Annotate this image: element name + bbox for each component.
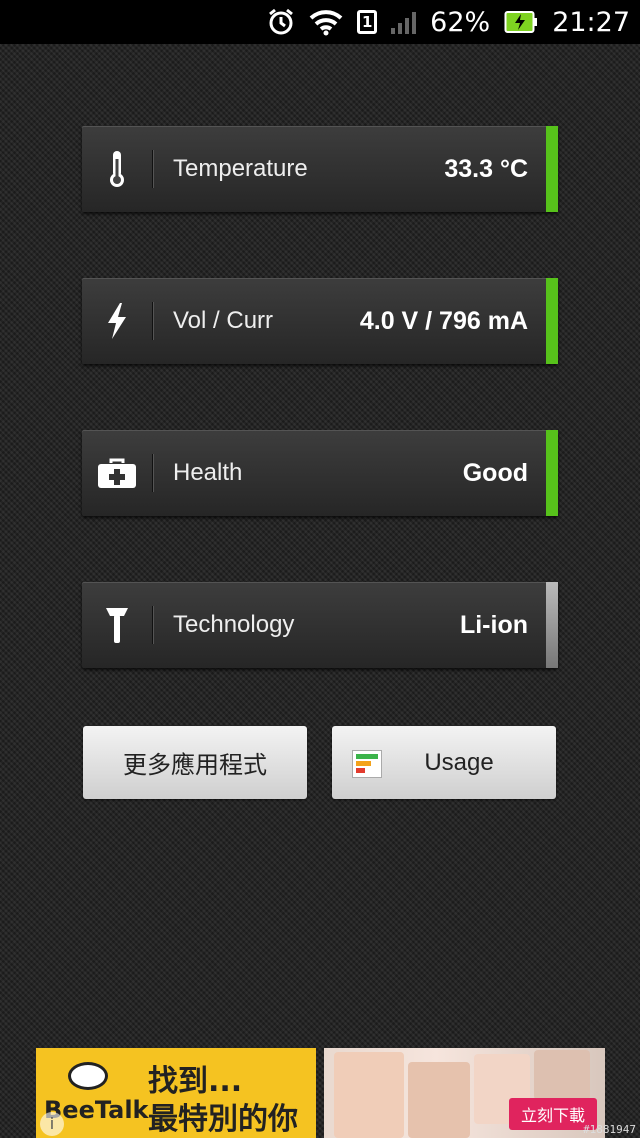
photo-card — [408, 1062, 470, 1138]
card-value: Li-ion — [459, 610, 528, 639]
info-icon[interactable]: i — [40, 1112, 64, 1136]
battery-charging-icon — [504, 10, 538, 34]
ad-photo-panel: 立刻下載 — [324, 1048, 605, 1138]
card-separator — [152, 150, 153, 188]
status-indicator-bar — [546, 430, 558, 516]
lightning-icon — [82, 278, 152, 364]
usage-chart-icon — [352, 750, 382, 778]
card-separator — [152, 454, 153, 492]
ad-headline-2: 最特別的你 — [148, 1102, 298, 1137]
health-card[interactable]: Health Good — [82, 430, 558, 516]
card-value: Good — [462, 458, 528, 487]
alarm-icon — [267, 8, 295, 36]
ad-left-panel: BeeTalk 找到... 最特別的你 i — [36, 1048, 316, 1138]
card-label: Technology — [173, 611, 295, 638]
card-separator — [152, 606, 153, 644]
sim-icon: 1 — [357, 10, 378, 34]
thermometer-icon — [82, 126, 152, 212]
technology-card[interactable]: Technology Li-ion — [82, 582, 558, 668]
card-label: Health — [173, 459, 243, 486]
ad-banner[interactable]: BeeTalk 找到... 最特別的你 i 立刻下載 — [36, 1048, 605, 1138]
photo-card — [334, 1052, 404, 1138]
wifi-icon — [309, 8, 343, 36]
status-indicator-bar — [546, 278, 558, 364]
signal-icon — [391, 10, 417, 34]
hammer-icon — [82, 582, 152, 668]
watermark: #1881947 — [583, 1123, 636, 1136]
clock: 21:27 — [552, 6, 630, 38]
first-aid-icon — [82, 430, 152, 516]
status-indicator-bar — [546, 582, 558, 668]
temperature-card[interactable]: Temperature 33.3 °C — [82, 126, 558, 212]
usage-button[interactable]: Usage — [332, 726, 556, 799]
status-bar: 1 62% 21:27 — [0, 0, 640, 44]
more-apps-button[interactable]: 更多應用程式 — [83, 726, 307, 799]
voltage-current-card[interactable]: Vol / Curr 4.0 V / 796 mA — [82, 278, 558, 364]
battery-percent: 62% — [430, 6, 491, 38]
photo-card — [534, 1050, 590, 1100]
card-label: Vol / Curr — [173, 307, 274, 334]
status-indicator-bar — [546, 126, 558, 212]
card-label: Temperature — [173, 155, 308, 182]
usage-label: Usage — [424, 748, 494, 776]
card-separator — [152, 302, 153, 340]
card-value: 33.3 °C — [444, 154, 528, 183]
bee-logo-icon — [68, 1062, 108, 1090]
card-value: 4.0 V / 796 mA — [359, 306, 528, 335]
more-apps-label: 更多應用程式 — [123, 752, 267, 779]
